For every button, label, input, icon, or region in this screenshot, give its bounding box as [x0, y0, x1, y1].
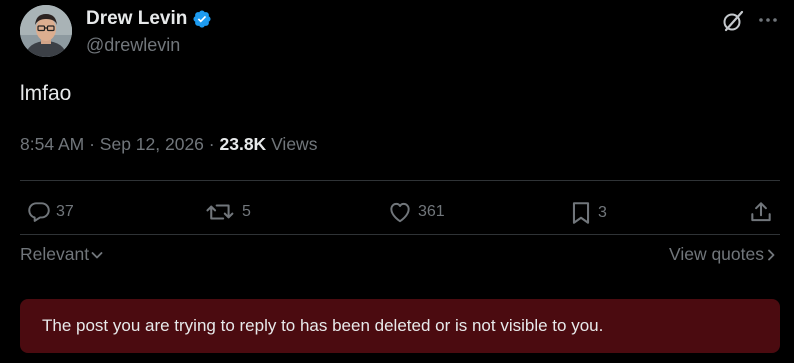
like-count: 361 — [418, 203, 445, 220]
share-button[interactable] — [748, 199, 774, 225]
author-name-row[interactable]: Drew Levin — [86, 8, 212, 30]
post-time[interactable]: 8:54 AM — [20, 134, 84, 154]
post-text: lmfao — [20, 82, 72, 105]
deleted-post-notice: The post you are trying to reply to has … — [20, 299, 780, 353]
author-handle[interactable]: @drewlevin — [86, 35, 180, 56]
post-date[interactable]: Sep 12, 2026 — [100, 134, 204, 154]
view-quotes-label: View quotes — [668, 244, 764, 264]
bookmark-count: 3 — [598, 204, 607, 221]
view-quotes-link[interactable]: View quotes — [669, 244, 778, 265]
share-icon — [751, 202, 771, 222]
views-label: Views — [271, 134, 318, 154]
divider — [20, 234, 780, 235]
repost-icon — [206, 204, 234, 220]
meta-separator: · — [208, 134, 215, 154]
like-icon — [390, 202, 410, 223]
author-name[interactable]: Drew Levin — [86, 8, 187, 30]
bookmark-button[interactable]: 3 — [568, 199, 607, 227]
repost-button[interactable]: 5 — [204, 199, 251, 225]
post-meta: 8:54 AM · Sep 12, 2026 · 23.8K Views — [20, 134, 317, 155]
reply-count: 37 — [56, 203, 74, 220]
reply-button[interactable]: 37 — [26, 199, 74, 225]
repost-count: 5 — [242, 203, 251, 220]
chevron-down-icon — [91, 251, 103, 258]
divider — [20, 180, 780, 181]
notice-text: The post you are trying to reply to has … — [42, 316, 604, 335]
sort-label: Relevant — [20, 244, 90, 264]
chevron-right-icon — [768, 249, 775, 260]
views-count: 23.8K — [219, 134, 267, 154]
verified-badge-icon — [193, 10, 211, 28]
avatar[interactable] — [20, 5, 72, 57]
reply-icon — [28, 202, 50, 222]
meta-separator: · — [89, 134, 95, 154]
more-options-icon[interactable] — [756, 8, 780, 37]
sort-dropdown[interactable]: Relevant — [20, 244, 105, 265]
grok-icon[interactable] — [720, 8, 746, 39]
avatar-image — [20, 5, 72, 57]
bookmark-icon — [572, 202, 590, 224]
like-button[interactable]: 361 — [386, 199, 445, 225]
